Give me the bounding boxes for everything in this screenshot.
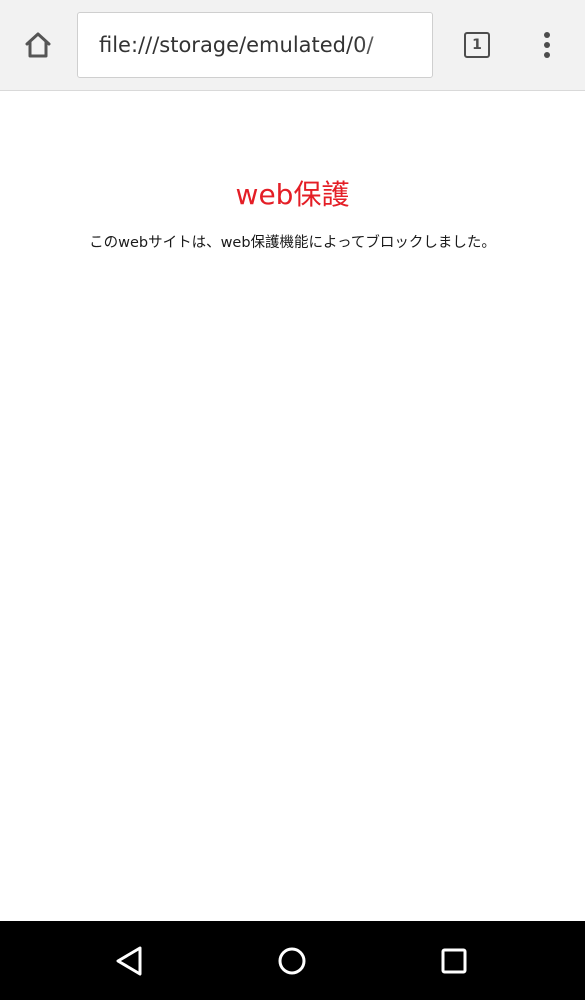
home-icon <box>25 32 51 58</box>
tab-count: 1 <box>472 37 482 53</box>
recents-icon <box>441 948 467 974</box>
tabs-button[interactable]: 1 <box>453 21 501 69</box>
recents-button[interactable] <box>426 933 482 989</box>
page-content: web保護 このwebサイトは、web保護機能によってブロックしました。 <box>0 92 585 921</box>
browser-toolbar: file:///storage/emulated/0/ 1 <box>0 0 585 91</box>
home-circle-icon <box>278 947 306 975</box>
overflow-menu-button[interactable] <box>523 21 571 69</box>
url-text: file:///storage/emulated/0/ <box>99 33 374 57</box>
blocked-message: このwebサイトは、web保護機能によってブロックしました。 <box>89 235 496 251</box>
back-icon <box>116 946 142 976</box>
address-bar[interactable]: file:///storage/emulated/0/ <box>77 12 433 78</box>
back-button[interactable] <box>101 933 157 989</box>
system-home-button[interactable] <box>264 933 320 989</box>
tabs-icon: 1 <box>464 32 490 58</box>
system-navigation-bar <box>0 921 585 1000</box>
page-title: web保護 <box>235 178 350 211</box>
overflow-menu-icon <box>544 32 550 58</box>
home-button[interactable] <box>14 21 62 69</box>
phone-screen: file:///storage/emulated/0/ 1 web保護 このwe… <box>0 0 585 1000</box>
